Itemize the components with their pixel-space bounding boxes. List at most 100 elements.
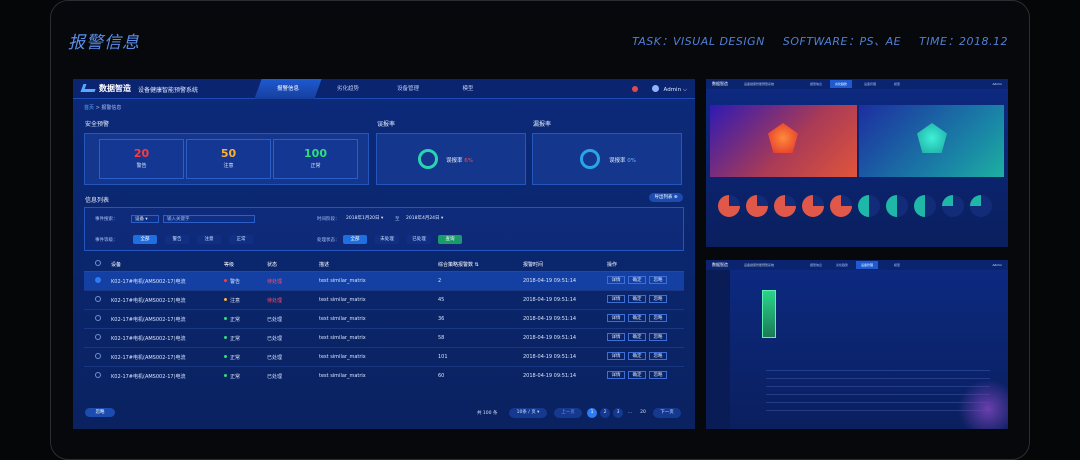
thumb1-pie-9 <box>942 195 964 217</box>
level-dot-icon <box>224 279 227 282</box>
date-to-select[interactable]: 2018年4月24日 ▾ <box>403 215 459 223</box>
thumb1-pie-4 <box>802 195 824 217</box>
level-dot-icon <box>224 336 227 339</box>
page-1[interactable]: 1 <box>587 408 597 418</box>
table-row[interactable]: K02-17#电机(AMS002-17)电流 正常 已处理 test similar_… <box>84 309 684 328</box>
thumb1-panel-red <box>710 105 857 177</box>
nav-alarm-info[interactable]: 报警信息 <box>254 79 322 99</box>
stat-attention[interactable]: 50 注意 <box>186 139 271 179</box>
page-2[interactable]: 2 <box>600 408 610 418</box>
row-checkbox[interactable] <box>95 296 101 302</box>
page-3[interactable]: 3 <box>613 408 623 418</box>
user-menu[interactable]: Admin <box>664 87 682 93</box>
row-checkbox[interactable] <box>95 334 101 340</box>
stat-warning[interactable]: 20 警告 <box>99 139 184 179</box>
nav-device-management[interactable]: 设备管理 <box>378 79 438 99</box>
level-filter-all[interactable]: 全部 <box>133 235 157 244</box>
thumb2-nav-1: 报警信息 <box>810 263 823 267</box>
prev-page-button[interactable]: 上一页 <box>554 408 582 418</box>
cell-device: K02-17#电机(AMS002-17)电流 <box>111 355 186 361</box>
keyword-input[interactable]: 输入关键字 <box>163 215 255 223</box>
ignore-button[interactable]: 忽略 <box>649 276 667 284</box>
detail-button[interactable]: 详情 <box>607 314 625 322</box>
query-button[interactable]: 查询 <box>438 235 462 244</box>
level-filter-normal[interactable]: 正常 <box>229 235 253 244</box>
ignore-button[interactable]: 忽略 <box>649 333 667 341</box>
ignore-button[interactable]: 忽略 <box>649 295 667 303</box>
table-row[interactable]: K02-17#电机(AMS002-17)电流 注意 待处理 test similar_… <box>84 290 684 309</box>
cell-alarm-count: 36 <box>438 316 445 322</box>
missed-alarm-ring-icon <box>580 149 600 169</box>
cell-level: 正常 <box>224 316 240 323</box>
missed-alarm-card <box>532 133 682 185</box>
confirm-button[interactable]: 确定 <box>628 295 646 303</box>
page-20[interactable]: 20 <box>637 408 649 418</box>
preview-degradation-trend[interactable]: 数据智造 设备健康智能预警系统 报警信息 劣化趋势 设备管理 模型 Admin <box>706 79 1008 247</box>
thumb2-nav-2: 劣化趋势 <box>836 263 849 267</box>
status-filter-pending[interactable]: 未处理 <box>375 235 399 244</box>
breadcrumb-home[interactable]: 首页 <box>84 105 94 111</box>
export-list-button[interactable]: 导出列表 ⊕ <box>649 193 683 202</box>
thumb2-nav-3: 设备管理 <box>856 261 879 269</box>
ignore-selected-button[interactable]: 忽略 <box>85 408 115 417</box>
app-logo[interactable]: 数据智造 <box>80 83 131 94</box>
stat-normal[interactable]: 100 正常 <box>273 139 358 179</box>
level-filter-warning[interactable]: 警告 <box>165 235 189 244</box>
detail-button[interactable]: 详情 <box>607 295 625 303</box>
bell-icon[interactable] <box>632 86 639 92</box>
thumb1-system: 设备健康智能预警系统 <box>744 82 775 86</box>
cell-level: 正常 <box>224 335 240 342</box>
detail-button[interactable]: 详情 <box>607 352 625 360</box>
ignore-button[interactable]: 忽略 <box>649 314 667 322</box>
cell-status: 已处理 <box>267 317 283 323</box>
cell-level: 正常 <box>224 354 240 361</box>
col-status: 状态 <box>267 262 278 268</box>
table-row[interactable]: K02-17#电机(AMS002-17)电流 警告 待处理 test similar_… <box>84 271 684 290</box>
page-size-select[interactable]: 10条 / 页 ▾ <box>509 408 547 418</box>
status-filter-done[interactable]: 已处理 <box>407 235 431 244</box>
table-row[interactable]: K02-17#电机(AMS002-17)电流 正常 已处理 test similar_… <box>84 347 684 366</box>
col-alarm-count[interactable]: 综合策略报警数 ⇅ <box>438 261 479 268</box>
detail-button[interactable]: 详情 <box>607 333 625 341</box>
ignore-button[interactable]: 忽略 <box>649 371 667 379</box>
total-count: 共 100 条 <box>477 411 498 416</box>
detail-button[interactable]: 详情 <box>607 371 625 379</box>
false-alarm-ring-icon <box>418 149 438 169</box>
ignore-button[interactable]: 忽略 <box>649 352 667 360</box>
preview-device-management[interactable]: 数据智造 设备健康智能预警系统 报警信息 劣化趋势 设备管理 模型 Admin <box>706 260 1008 429</box>
table-row[interactable]: K02-17#电机(AMS002-17)电流 正常 已处理 test similar_… <box>84 366 684 385</box>
row-checkbox[interactable] <box>95 372 101 378</box>
status-filter-all[interactable]: 全部 <box>343 235 367 244</box>
detail-button[interactable]: 详情 <box>607 276 625 284</box>
row-checkbox[interactable] <box>95 277 101 283</box>
avatar[interactable] <box>651 85 659 92</box>
thumb2-row <box>766 388 990 395</box>
stat-attention-label: 注意 <box>223 163 234 169</box>
confirm-button[interactable]: 确定 <box>628 333 646 341</box>
main-nav: 报警信息 劣化趋势 设备管理 模型 <box>254 79 498 99</box>
confirm-button[interactable]: 确定 <box>628 314 646 322</box>
row-checkbox[interactable] <box>95 353 101 359</box>
thumb1-teal-hex-icon <box>917 123 947 153</box>
cell-status: 已处理 <box>267 355 283 361</box>
confirm-button[interactable]: 确定 <box>628 276 646 284</box>
row-checkbox[interactable] <box>95 315 101 321</box>
level-filter-attention[interactable]: 注意 <box>197 235 221 244</box>
confirm-button[interactable]: 确定 <box>628 371 646 379</box>
next-page-button[interactable]: 下一页 <box>653 408 681 418</box>
thumb2-row <box>766 372 990 379</box>
top-bar: 数据智造 设备健康智能预警系统 报警信息 劣化趋势 设备管理 模型 Admin … <box>73 79 695 99</box>
nav-model[interactable]: 模型 <box>438 79 498 99</box>
chevron-down-icon[interactable]: ⌵ <box>681 87 687 93</box>
event-type-select[interactable]: 设备 ▾ <box>131 215 159 223</box>
col-actions: 操作 <box>607 262 618 268</box>
thumb1-nav-1: 报警信息 <box>810 82 823 86</box>
nav-degradation-trend[interactable]: 劣化趋势 <box>318 79 378 99</box>
select-all-checkbox[interactable] <box>95 260 101 266</box>
thumb1-pie-10 <box>970 195 992 217</box>
date-from-select[interactable]: 2018年1月20日 ▾ <box>343 215 393 223</box>
cell-status: 待处理 <box>267 279 283 285</box>
table-row[interactable]: K02-17#电机(AMS002-17)电流 正常 已处理 test similar_… <box>84 328 684 347</box>
cell-alarm-count: 45 <box>438 297 445 303</box>
confirm-button[interactable]: 确定 <box>628 352 646 360</box>
